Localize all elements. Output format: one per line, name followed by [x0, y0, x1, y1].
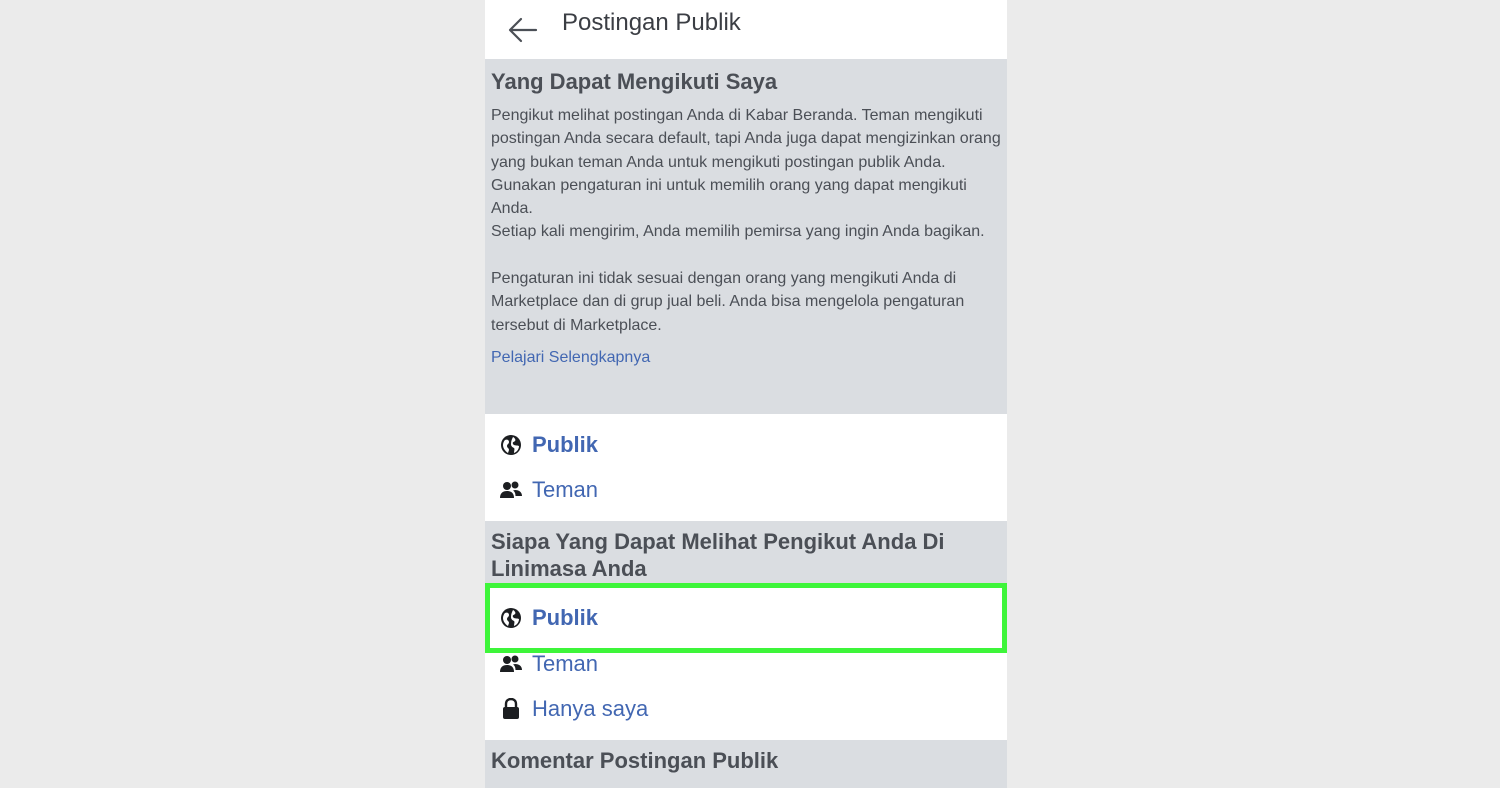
option-public[interactable]: Publik [485, 422, 1007, 467]
option-label: Publik [532, 605, 599, 630]
friends-icon [500, 653, 522, 675]
followers-section-info: Yang Dapat Mengikuti Saya Pengikut melih… [485, 60, 1007, 414]
section-heading: Komentar Postingan Publik [491, 748, 779, 773]
follower-visibility-section-info: Siapa Yang Dapat Melihat Pengikut Anda D… [485, 521, 1007, 583]
arrow-left-icon [508, 17, 538, 42]
follower-visibility-options: Publik Teman Hanya saya [485, 583, 1007, 740]
learn-more-link[interactable]: Pelajari Selengkapnya [491, 349, 1001, 367]
option-label: Teman [532, 651, 599, 676]
friends-icon [500, 479, 522, 501]
option-only-me[interactable]: Hanya saya [485, 685, 1007, 733]
lock-icon [500, 698, 522, 720]
settings-screen: Postingan Publik Yang Dapat Mengikuti Sa… [485, 0, 1007, 788]
back-button[interactable] [503, 10, 543, 50]
section-heading: Yang Dapat Mengikuti Saya [491, 69, 778, 94]
section-description: Pengikut melihat postingan Anda di Kabar… [491, 107, 1001, 334]
option-label: Teman [532, 476, 599, 502]
option-label: Hanya saya [532, 696, 649, 721]
public-post-comments-section-info: Komentar Postingan Publik [485, 740, 1007, 788]
top-bar: Postingan Publik [485, 0, 1007, 60]
page-title: Postingan Publik [562, 9, 741, 36]
globe-icon [500, 607, 522, 629]
option-friends[interactable]: Teman [485, 643, 1007, 685]
section-heading: Siapa Yang Dapat Melihat Pengikut Anda D… [491, 529, 945, 581]
globe-icon [500, 434, 522, 456]
option-friends[interactable]: Teman [485, 467, 1007, 512]
option-label: Publik [532, 431, 599, 457]
followers-options: Publik Teman [485, 414, 1007, 521]
